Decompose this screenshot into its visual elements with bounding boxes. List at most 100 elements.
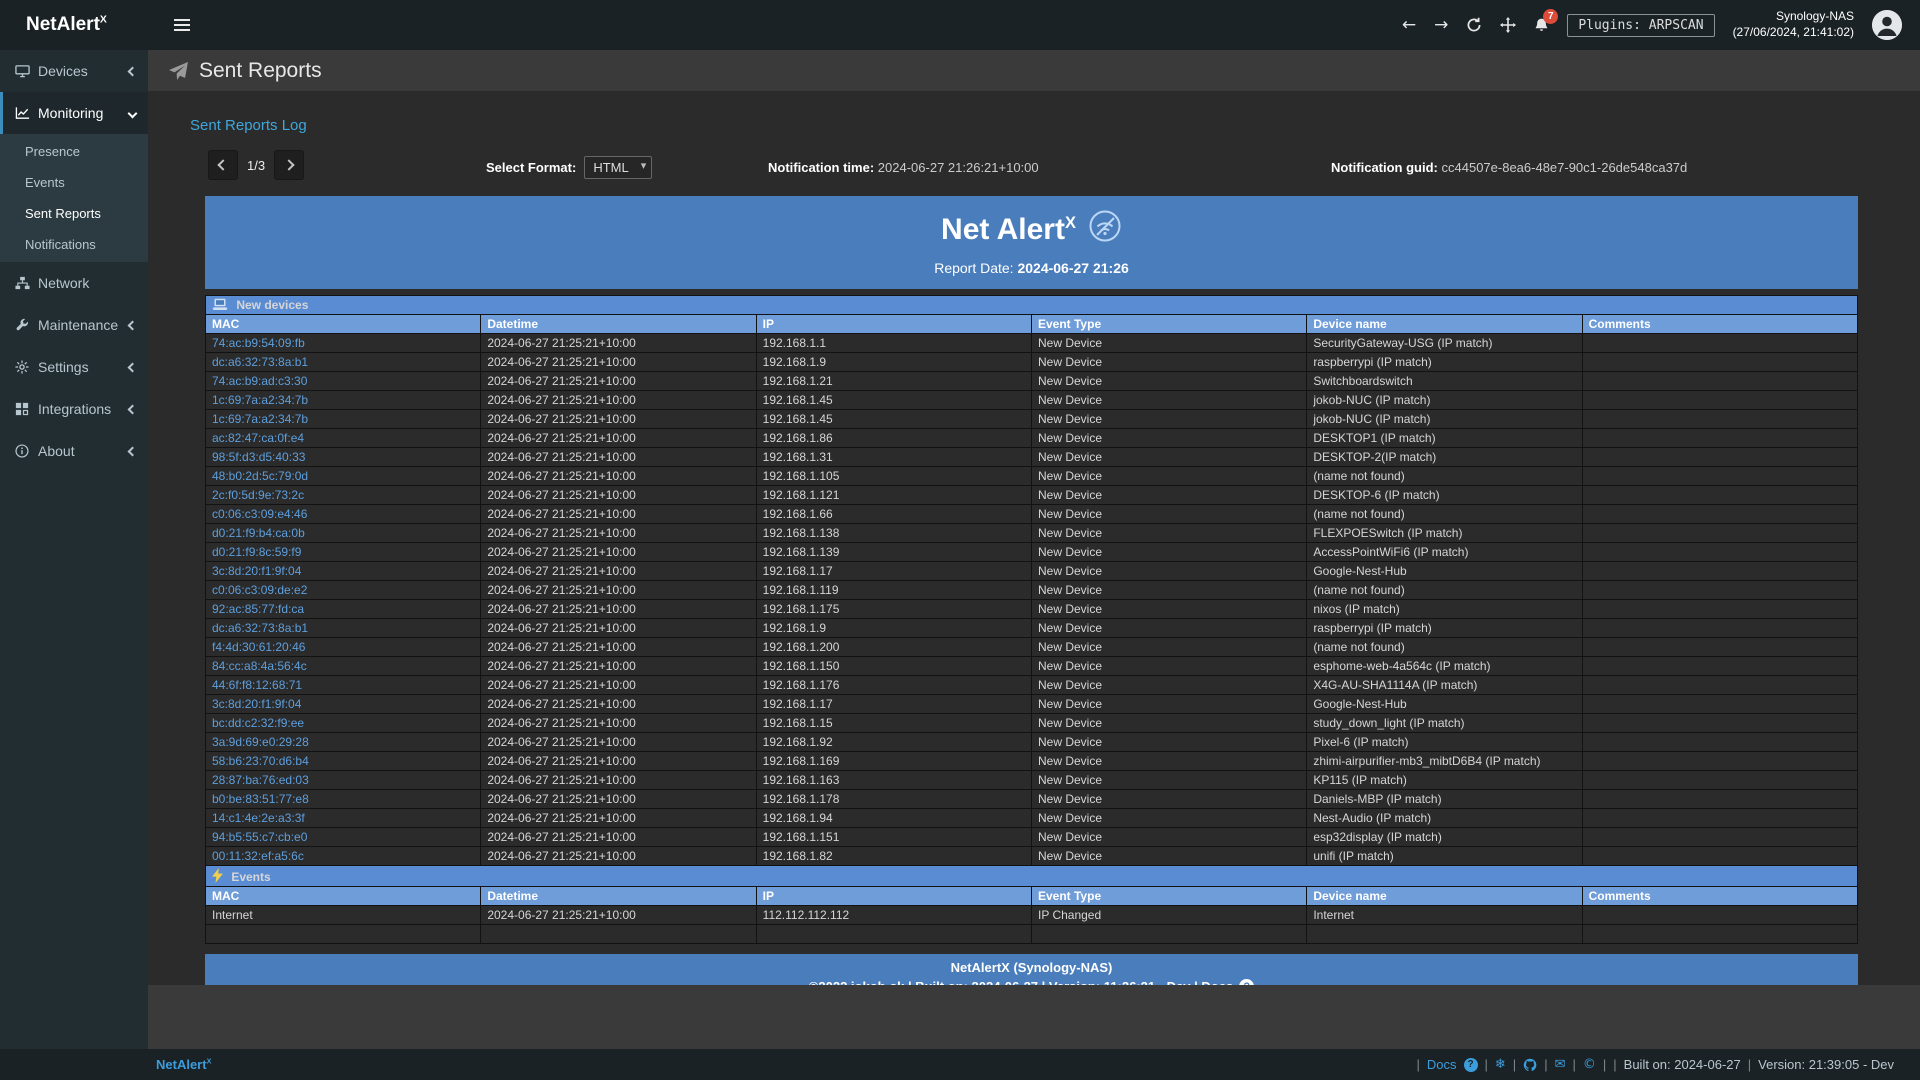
refresh-icon[interactable] (1466, 17, 1482, 33)
comments-cell (1582, 790, 1857, 809)
mac-cell[interactable]: 94:b5:55:c7:cb:e0 (206, 828, 481, 847)
notification-guid: Notification guid: cc44507e-8ea6-48e7-90… (1331, 160, 1687, 175)
device-name-cell: study_down_light (IP match) (1307, 714, 1582, 733)
comments-cell (1582, 372, 1857, 391)
mac-cell[interactable]: 00:11:32:ef:a5:6c (206, 847, 481, 866)
move-icon[interactable] (1500, 17, 1516, 33)
mac-cell[interactable]: 58:b6:23:70:d6:b4 (206, 752, 481, 771)
datetime-cell: 2024-06-27 21:25:21+10:00 (481, 809, 756, 828)
sidebar-item-maintenance[interactable]: Maintenance (0, 304, 148, 346)
sidebar-item-presence[interactable]: Presence (0, 136, 148, 167)
docs-question-icon[interactable]: ? (1464, 1058, 1478, 1072)
table-row: 98:5f:d3:d5:40:332024-06-27 21:25:21+10:… (206, 448, 1858, 467)
ip-cell: 192.168.1.151 (756, 828, 1031, 847)
datetime-cell: 2024-06-27 21:25:21+10:00 (481, 847, 756, 866)
app-logo[interactable]: NetAlertX (0, 14, 148, 36)
mac-cell[interactable]: d0:21:f9:b4:ca:0b (206, 524, 481, 543)
device-name-cell (1307, 925, 1582, 944)
table-row: 3c:8d:20:f1:9f:042024-06-27 21:25:21+10:… (206, 562, 1858, 581)
paper-plane-icon (168, 61, 189, 82)
report-table: New devicesMACDatetimeIPEvent TypeDevice… (205, 295, 1858, 944)
footer-brand-link[interactable]: NetAlertX (156, 1057, 211, 1072)
mail-icon[interactable]: ✉ (1555, 1057, 1566, 1072)
mac-cell[interactable]: 74:ac:b9:ad:c3:30 (206, 372, 481, 391)
help-question-icon[interactable]: ? (1239, 979, 1254, 985)
mac-cell[interactable]: 84:cc:a8:4a:56:4c (206, 657, 481, 676)
datetime-cell: 2024-06-27 21:25:21+10:00 (481, 714, 756, 733)
sidebar-item-events[interactable]: Events (0, 167, 148, 198)
forward-arrow-icon[interactable]: → (1434, 17, 1448, 34)
mac-cell[interactable]: ac:82:47:ca:0f:e4 (206, 429, 481, 448)
prev-page-button[interactable] (208, 150, 238, 180)
event-type-cell: New Device (1031, 771, 1306, 790)
column-header: IP (756, 315, 1031, 334)
mac-cell[interactable]: d0:21:f9:8c:59:f9 (206, 543, 481, 562)
mac-cell[interactable]: c0:06:c3:09:e4:46 (206, 505, 481, 524)
mac-cell[interactable]: b0:be:83:51:77:e8 (206, 790, 481, 809)
mac-cell[interactable]: 3c:8d:20:f1:9f:04 (206, 562, 481, 581)
sidebar-toggle-icon[interactable] (174, 19, 190, 31)
mac-cell[interactable]: 48:b0:2d:5c:79:0d (206, 467, 481, 486)
mac-cell[interactable]: bc:dd:c2:32:f9:ee (206, 714, 481, 733)
sidebar-item-devices[interactable]: Devices (0, 50, 148, 92)
sidebar-item-network[interactable]: Network (0, 262, 148, 304)
report-preview: Net AlertX Report Date: 2024-06-27 21:26… (205, 196, 1858, 985)
sidebar-item-label: Network (38, 275, 136, 291)
table-row: ac:82:47:ca:0f:e42024-06-27 21:25:21+10:… (206, 429, 1858, 448)
sidebar-item-settings[interactable]: Settings (0, 346, 148, 388)
mac-cell[interactable]: 44:6f:f8:12:68:71 (206, 676, 481, 695)
mac-cell[interactable]: 2c:f0:5d:9e:73:2c (206, 486, 481, 505)
sidebar-item-sent-reports[interactable]: Sent Reports (0, 198, 148, 229)
sidebar-item-monitoring[interactable]: Monitoring (0, 92, 148, 134)
ip-cell: 192.168.1.169 (756, 752, 1031, 771)
table-row: 48:b0:2d:5c:79:0d2024-06-27 21:25:21+10:… (206, 467, 1858, 486)
event-type-cell (1031, 925, 1306, 944)
mac-cell[interactable]: c0:06:c3:09:de:e2 (206, 581, 481, 600)
mac-cell[interactable]: 1c:69:7a:a2:34:7b (206, 391, 481, 410)
mac-cell[interactable]: dc:a6:32:73:8a:b1 (206, 619, 481, 638)
device-name-cell: raspberrypi (IP match) (1307, 619, 1582, 638)
sidebar-item-integrations[interactable]: Integrations (0, 388, 148, 430)
mac-cell[interactable]: dc:a6:32:73:8a:b1 (206, 353, 481, 372)
table-row: 44:6f:f8:12:68:712024-06-27 21:25:21+10:… (206, 676, 1858, 695)
copyright-icon[interactable]: © (1583, 1057, 1596, 1072)
datetime-cell: 2024-06-27 21:25:21+10:00 (481, 467, 756, 486)
mac-cell[interactable]: 3c:8d:20:f1:9f:04 (206, 695, 481, 714)
back-arrow-icon[interactable]: ← (1402, 17, 1416, 34)
notifications-bell-icon[interactable]: 7 (1534, 17, 1549, 33)
event-type-cell: New Device (1031, 600, 1306, 619)
github-icon[interactable] (1523, 1058, 1537, 1072)
event-type-cell: New Device (1031, 372, 1306, 391)
mac-cell[interactable]: 1c:69:7a:a2:34:7b (206, 410, 481, 429)
datetime-cell: 2024-06-27 21:25:21+10:00 (481, 581, 756, 600)
sidebar-item-notifications[interactable]: Notifications (0, 229, 148, 260)
next-page-button[interactable] (274, 150, 304, 180)
mac-cell[interactable]: 98:5f:d3:d5:40:33 (206, 448, 481, 467)
mac-cell[interactable]: 74:ac:b9:54:09:fb (206, 334, 481, 353)
mac-cell[interactable]: 3a:9d:69:e0:29:28 (206, 733, 481, 752)
user-avatar[interactable] (1872, 10, 1902, 40)
report-footer: NetAlertX (Synology-NAS) ©2022 jokob-sk … (205, 954, 1858, 985)
snowflake-icon[interactable]: ❄ (1495, 1057, 1506, 1072)
datetime-cell: 2024-06-27 21:25:21+10:00 (481, 543, 756, 562)
mac-cell[interactable]: 92:ac:85:77:fd:ca (206, 600, 481, 619)
docs-link[interactable]: Docs (1427, 1057, 1457, 1072)
about-icon (14, 444, 30, 458)
comments-cell (1582, 353, 1857, 372)
table-row: 1c:69:7a:a2:34:7b2024-06-27 21:25:21+10:… (206, 410, 1858, 429)
format-select[interactable]: HTML (584, 156, 652, 179)
ip-cell: 192.168.1.150 (756, 657, 1031, 676)
comments-cell (1582, 695, 1857, 714)
mac-cell[interactable]: 28:87:ba:76:ed:03 (206, 771, 481, 790)
comments-cell (1582, 467, 1857, 486)
device-name-cell: unifi (IP match) (1307, 847, 1582, 866)
tab-sent-reports-log[interactable]: Sent Reports Log (148, 91, 307, 134)
table-row: 3a:9d:69:e0:29:282024-06-27 21:25:21+10:… (206, 733, 1858, 752)
event-type-cell: New Device (1031, 505, 1306, 524)
sidebar-item-about[interactable]: About (0, 430, 148, 472)
table-row: 1c:69:7a:a2:34:7b2024-06-27 21:25:21+10:… (206, 391, 1858, 410)
mac-cell[interactable]: f4:4d:30:61:20:46 (206, 638, 481, 657)
sent-reports-card: Sent Reports Log 1/3 Select Format: HTML… (148, 91, 1920, 985)
mac-cell[interactable]: 14:c1:4e:2e:a3:3f (206, 809, 481, 828)
plugins-status-button[interactable]: Plugins: ARPSCAN (1567, 14, 1714, 37)
